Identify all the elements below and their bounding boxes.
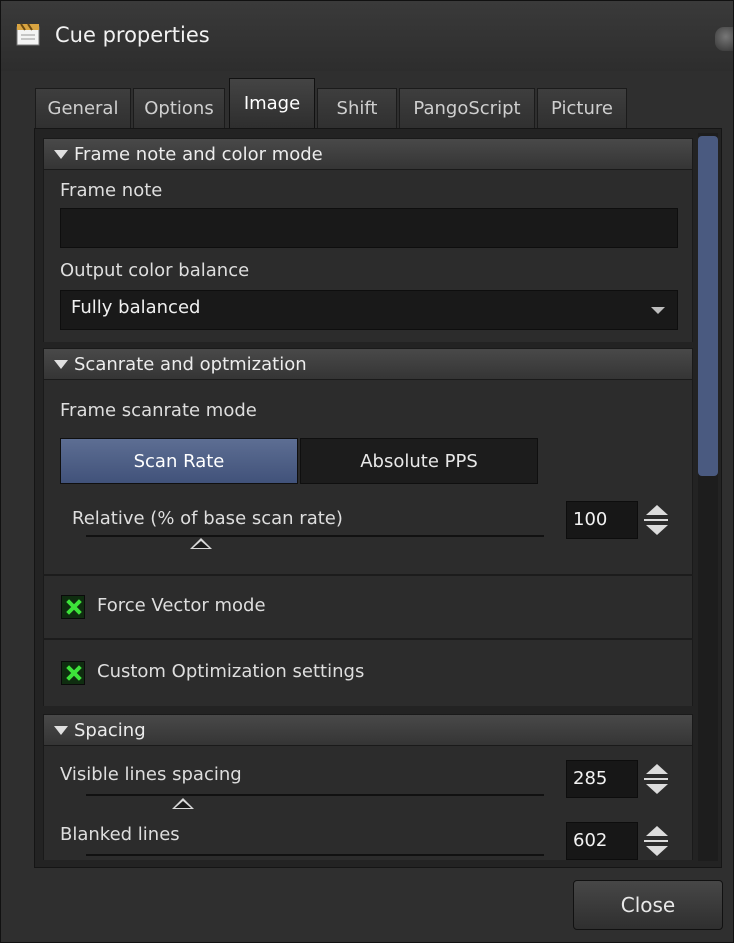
close-button[interactable]: Close — [573, 880, 723, 930]
scan-section-body: Frame scanrate mode Scan Rate Absolute P… — [43, 380, 693, 706]
visible-spacing-spinner[interactable]: 285 — [566, 760, 676, 798]
spacing-section-title: Spacing — [74, 719, 146, 741]
force-vector-checkbox[interactable] — [61, 595, 85, 619]
slider-thumb-icon[interactable] — [172, 798, 194, 809]
spacing-section-body: Visible lines spacing 285 Blanked lines … — [43, 746, 693, 860]
scrollbar-thumb[interactable] — [698, 136, 718, 476]
relative-scanrate-value[interactable]: 100 — [566, 501, 638, 539]
divider — [43, 574, 693, 576]
window-title: Cue properties — [55, 23, 210, 47]
scanrate-mode-label: Frame scanrate mode — [60, 400, 257, 421]
color-balance-value: Fully balanced — [71, 297, 201, 318]
color-balance-dropdown[interactable]: Fully balanced — [60, 290, 678, 330]
tab-bar: General Options Image Shift PangoScript … — [35, 78, 695, 128]
blanked-lines-label: Blanked lines — [60, 824, 180, 845]
tab-image[interactable]: Image — [229, 78, 315, 128]
spinner-arrows-icon[interactable] — [644, 824, 670, 858]
cue-icon — [16, 23, 40, 46]
relative-scanrate-spinner[interactable]: 100 — [566, 501, 676, 539]
spinner-arrows-icon[interactable] — [644, 762, 670, 796]
color-balance-label: Output color balance — [60, 260, 250, 281]
force-vector-label: Force Vector mode — [97, 595, 266, 616]
relative-scanrate-label: Relative (% of base scan rate) — [72, 508, 343, 529]
tab-options[interactable]: Options — [133, 88, 225, 128]
collapse-triangle-icon — [54, 149, 68, 159]
blanked-lines-value[interactable]: 602 — [566, 822, 638, 860]
collapse-triangle-icon — [54, 725, 68, 735]
chevron-down-icon — [651, 307, 665, 314]
collapse-triangle-icon — [54, 359, 68, 369]
scan-section-title: Scanrate and optmization — [74, 353, 307, 375]
scan-rate-button[interactable]: Scan Rate — [60, 438, 298, 484]
tab-general[interactable]: General — [35, 88, 131, 128]
slider-thumb-icon[interactable] — [190, 538, 212, 549]
visible-spacing-value[interactable]: 285 — [566, 760, 638, 798]
spacing-section-header[interactable]: Spacing — [43, 714, 693, 746]
absolute-pps-button[interactable]: Absolute PPS — [300, 438, 538, 484]
frame-note-label: Frame note — [60, 180, 163, 201]
tab-pangoscript[interactable]: PangoScript — [399, 88, 535, 128]
blanked-lines-slider[interactable] — [86, 854, 544, 856]
visible-spacing-slider[interactable] — [86, 794, 544, 796]
divider — [43, 638, 693, 640]
visible-spacing-label: Visible lines spacing — [60, 764, 242, 785]
frame-section-header[interactable]: Frame note and color mode — [43, 138, 693, 170]
custom-optimization-label: Custom Optimization settings — [97, 661, 365, 682]
tab-shift[interactable]: Shift — [317, 88, 397, 128]
tab-picture[interactable]: Picture — [537, 88, 627, 128]
title-bar: Cue properties — [1, 1, 733, 71]
window-control-icon[interactable] — [715, 27, 733, 51]
spinner-arrows-icon[interactable] — [644, 503, 670, 537]
blanked-lines-spinner[interactable]: 602 — [566, 822, 676, 860]
cue-properties-window: Cue properties General Options Image Shi… — [0, 0, 734, 943]
frame-section-title: Frame note and color mode — [74, 143, 323, 165]
custom-optimization-checkbox[interactable] — [61, 661, 85, 685]
relative-scanrate-slider[interactable] — [86, 535, 544, 537]
scan-section-header[interactable]: Scanrate and optmization — [43, 348, 693, 380]
frame-section-body: Frame note Output color balance Fully ba… — [43, 170, 693, 342]
frame-note-input[interactable] — [60, 208, 678, 248]
